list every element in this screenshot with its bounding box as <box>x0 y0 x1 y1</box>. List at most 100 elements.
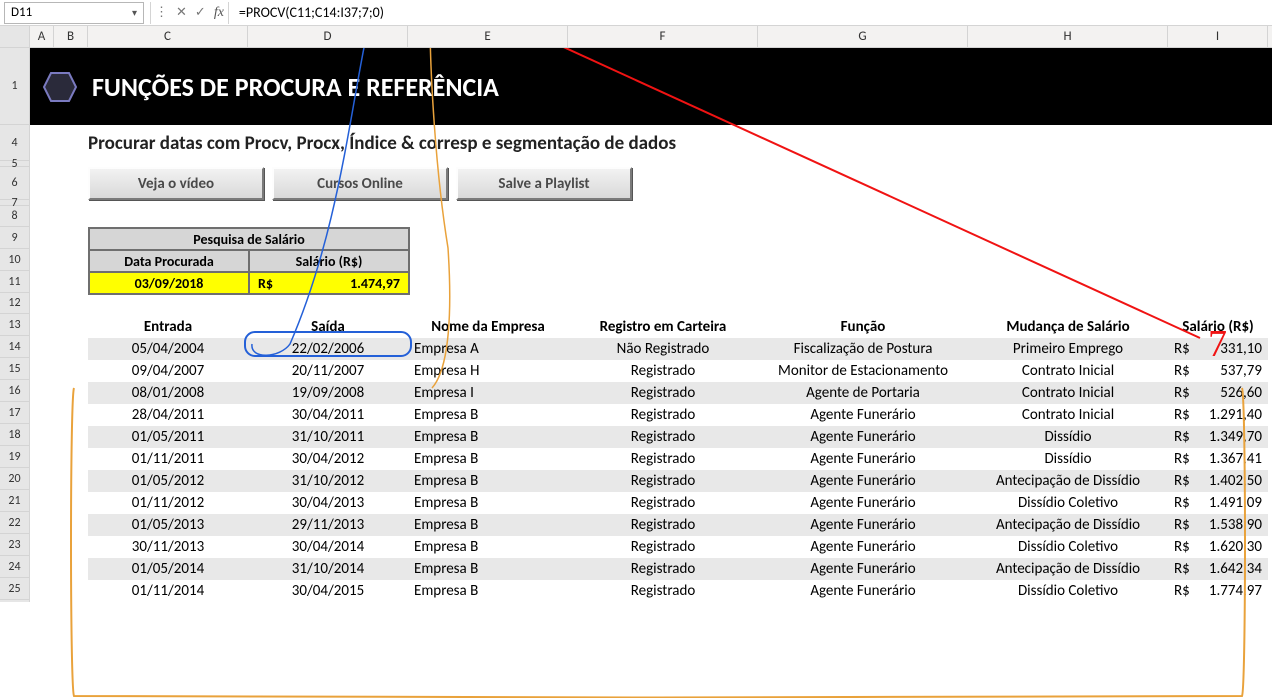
row-header-23[interactable]: 23 <box>0 534 29 556</box>
col-header-e[interactable]: E <box>408 26 568 47</box>
row-header-18[interactable]: 18 <box>0 424 29 446</box>
row-header-24[interactable]: 24 <box>0 556 29 578</box>
td-empresa: Empresa H <box>408 360 568 382</box>
col-header-c[interactable]: C <box>88 26 248 47</box>
td-empresa: Empresa B <box>408 536 568 558</box>
row-header-12[interactable]: 12 <box>0 293 29 314</box>
row-header-17[interactable]: 17 <box>0 402 29 424</box>
td-funcao: Agente Funerário <box>758 448 968 470</box>
row-header-22[interactable]: 22 <box>0 512 29 534</box>
td-funcao: Fiscalização de Postura <box>758 338 968 360</box>
td-registro: Registrado <box>568 404 758 426</box>
row-header-10[interactable]: 10 <box>0 249 29 271</box>
formula-text: =PROCV(C11;C14:I37;7;0) <box>239 4 384 21</box>
name-box[interactable]: D11 ▾ <box>4 2 144 24</box>
formula-bar: D11 ▾ ⋮ ✕ ✓ fx =PROCV(C11;C14:I37;7;0) <box>0 0 1272 26</box>
table-row[interactable]: 01/11/201430/04/2015Empresa BRegistradoA… <box>88 580 1268 602</box>
td-empresa: Empresa B <box>408 580 568 602</box>
table-row[interactable]: 01/11/201130/04/2012Empresa BRegistradoA… <box>88 448 1268 470</box>
col-header-i[interactable]: I <box>1168 26 1268 47</box>
table-row[interactable]: 28/04/201130/04/2011Empresa BRegistradoA… <box>88 404 1268 426</box>
table-row[interactable]: 08/01/200819/09/2008Empresa IRegistradoA… <box>88 382 1268 404</box>
row-header-20[interactable]: 20 <box>0 468 29 490</box>
td-empresa: Empresa B <box>408 448 568 470</box>
fx-icon[interactable]: fx <box>214 5 224 21</box>
td-entrada: 01/05/2011 <box>88 426 248 448</box>
playlist-button[interactable]: Salve a Playlist <box>456 167 632 200</box>
td-entrada: 01/05/2014 <box>88 558 248 580</box>
row-header-8[interactable]: 8 <box>0 206 29 227</box>
td-funcao: Agente Funerário <box>758 558 968 580</box>
video-button[interactable]: Veja o vídeo <box>88 167 264 200</box>
td-mudanca: Dissídio <box>968 448 1168 470</box>
row-header-21[interactable]: 21 <box>0 490 29 512</box>
td-mudanca: Dissídio <box>968 426 1168 448</box>
chevron-down-icon[interactable]: ▾ <box>132 6 137 19</box>
td-saida: 30/04/2013 <box>248 492 408 514</box>
row-header-9[interactable]: 9 <box>0 227 29 249</box>
sheet-area: 1 4 5 6 7 8 9 10 11 12 13 14 15 16 17 18… <box>0 48 1272 602</box>
table-row[interactable]: 01/05/201329/11/2013Empresa BRegistradoA… <box>88 514 1268 536</box>
td-empresa: Empresa A <box>408 338 568 360</box>
button-row: Veja o vídeo Cursos Online Salve a Playl… <box>30 167 1272 200</box>
th-saida: Saída <box>248 316 408 338</box>
row-header-25[interactable]: 25 <box>0 578 29 600</box>
col-header-h[interactable]: H <box>968 26 1168 47</box>
col-header-b[interactable]: B <box>54 26 88 47</box>
td-entrada: 28/04/2011 <box>88 404 248 426</box>
td-funcao: Agente Funerário <box>758 404 968 426</box>
td-saida: 30/04/2011 <box>248 404 408 426</box>
table-row[interactable]: 05/04/200422/02/2006Empresa ANão Registr… <box>88 338 1268 360</box>
col-header-a[interactable]: A <box>30 26 54 47</box>
row-header-16[interactable]: 16 <box>0 380 29 402</box>
td-entrada: 01/11/2014 <box>88 580 248 602</box>
grid[interactable]: FUNÇÕES DE PROCURA E REFERÊNCIA Procurar… <box>30 48 1272 602</box>
row-header-15[interactable]: 15 <box>0 358 29 380</box>
td-entrada: 01/11/2012 <box>88 492 248 514</box>
row-header-14[interactable]: 14 <box>0 336 29 358</box>
th-funcao: Função <box>758 316 968 338</box>
confirm-icon[interactable]: ✓ <box>195 5 206 20</box>
blank-row12 <box>30 295 1272 316</box>
td-salario: R$537,79 <box>1168 360 1268 382</box>
td-salario: R$526,60 <box>1168 382 1268 404</box>
table-row[interactable]: 01/05/201231/10/2012Empresa BRegistradoA… <box>88 470 1268 492</box>
row-header-19[interactable]: 19 <box>0 446 29 468</box>
td-empresa: Empresa B <box>408 404 568 426</box>
subtitle: Procurar datas com Procv, Procx, Índice … <box>30 125 1272 161</box>
row-header-11[interactable]: 11 <box>0 271 29 293</box>
search-box-header-date: Data Procurada <box>89 250 249 272</box>
cancel-icon[interactable]: ✕ <box>176 5 187 20</box>
table-row[interactable]: 09/04/200720/11/2007Empresa HRegistradoM… <box>88 360 1268 382</box>
formula-input[interactable]: =PROCV(C11;C14:I37;7;0) <box>235 2 1268 24</box>
td-mudanca: Dissídio Coletivo <box>968 492 1168 514</box>
name-box-value: D11 <box>11 5 32 20</box>
row-header-1[interactable]: 1 <box>0 48 29 125</box>
td-entrada: 01/05/2012 <box>88 470 248 492</box>
th-salario: Salário (R$) <box>1168 316 1268 338</box>
search-box-header-salary: Salário (R$) <box>249 250 409 272</box>
data-table: Entrada Saída Nome da Empresa Registro e… <box>88 316 1268 602</box>
td-registro: Não Registrado <box>568 338 758 360</box>
row-header-13[interactable]: 13 <box>0 314 29 336</box>
col-header-d[interactable]: D <box>248 26 408 47</box>
select-all-cell[interactable] <box>0 26 30 47</box>
td-saida: 22/02/2006 <box>248 338 408 360</box>
cell-d11-salary[interactable]: R$ 1.474,97 <box>249 272 409 294</box>
table-row[interactable]: 01/05/201431/10/2014Empresa BRegistradoA… <box>88 558 1268 580</box>
cursos-button[interactable]: Cursos Online <box>272 167 448 200</box>
td-mudanca: Contrato Inicial <box>968 382 1168 404</box>
col-header-f[interactable]: F <box>568 26 758 47</box>
td-mudanca: Antecipação de Dissídio <box>968 558 1168 580</box>
table-row[interactable]: 01/11/201230/04/2013Empresa BRegistradoA… <box>88 492 1268 514</box>
search-box-title: Pesquisa de Salário <box>89 228 409 250</box>
cell-c11-date[interactable]: 03/09/2018 <box>89 272 249 294</box>
table-row[interactable]: 01/05/201131/10/2011Empresa BRegistradoA… <box>88 426 1268 448</box>
th-entrada: Entrada <box>88 316 248 338</box>
col-header-g[interactable]: G <box>758 26 968 47</box>
td-empresa: Empresa B <box>408 492 568 514</box>
table-row[interactable]: 30/11/201330/04/2014Empresa BRegistradoA… <box>88 536 1268 558</box>
salary-currency: R$ <box>258 275 273 292</box>
td-salario: R$331,10 <box>1168 338 1268 360</box>
td-saida: 30/04/2014 <box>248 536 408 558</box>
